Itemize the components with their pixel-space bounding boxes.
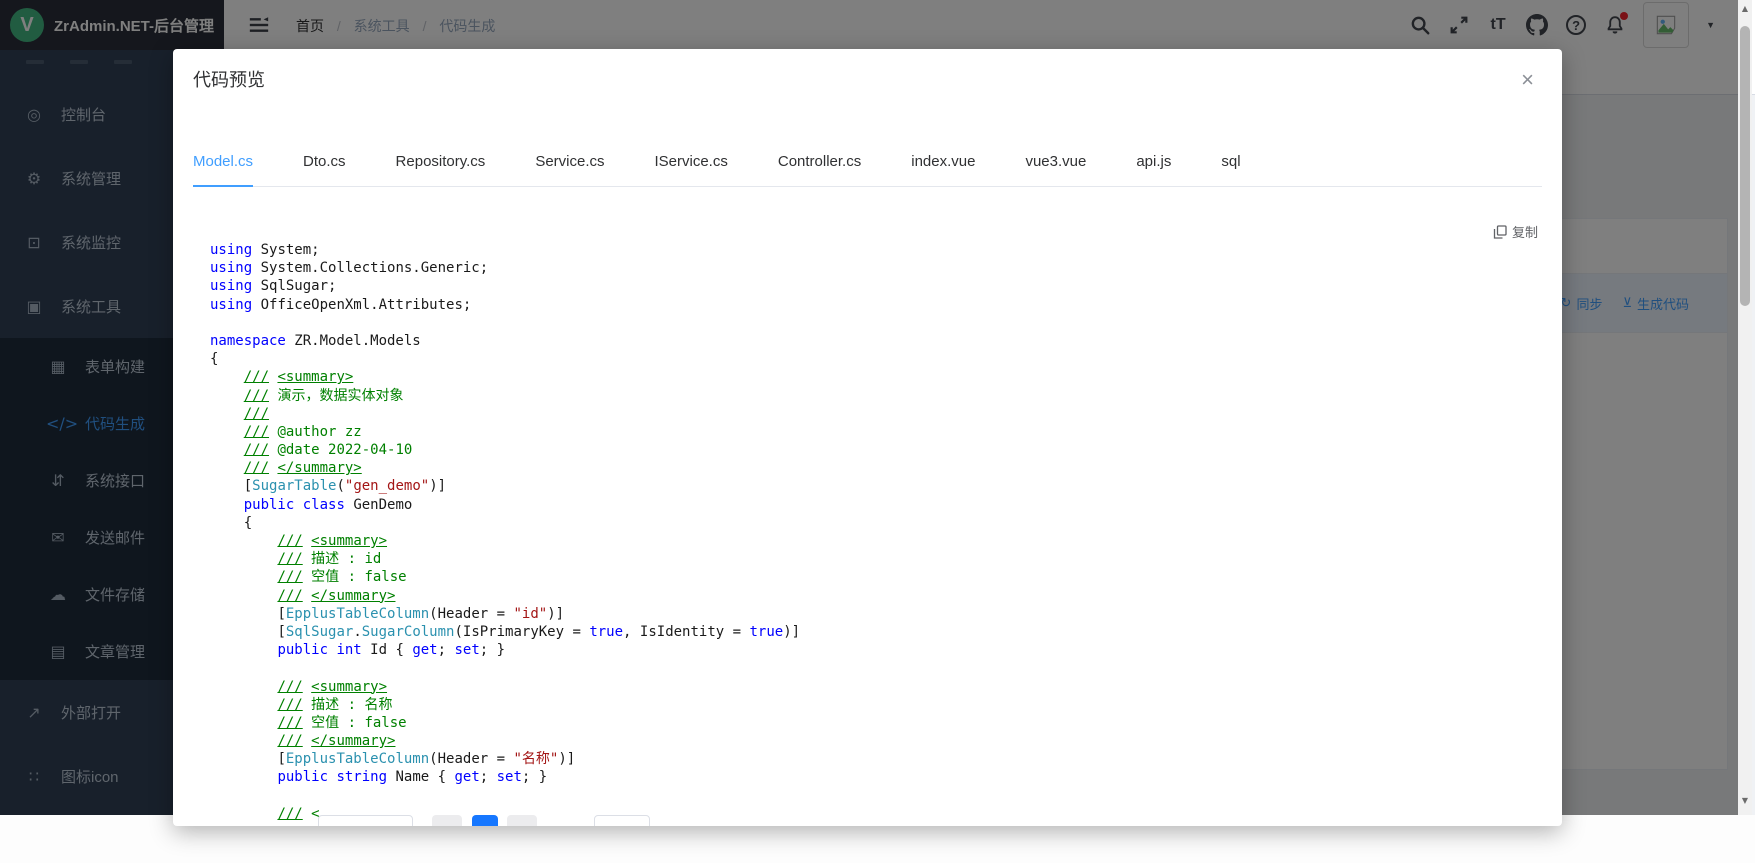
scroll-up-arrow[interactable]: ▲ <box>1738 4 1752 13</box>
code-line: /// </summary> <box>210 459 1562 477</box>
dialog-title: 代码预览 <box>193 66 265 92</box>
scroll-down-arrow[interactable]: ▼ <box>1738 796 1752 805</box>
close-icon[interactable]: × <box>1521 69 1534 91</box>
tab-index.vue[interactable]: index.vue <box>911 153 975 186</box>
code-line: /// <summary> <box>210 532 1562 550</box>
code-line: [EpplusTableColumn(Header = "id")] <box>210 605 1562 623</box>
code-line: public string Name { get; set; } <box>210 768 1562 786</box>
tab-vue3.vue[interactable]: vue3.vue <box>1025 153 1086 186</box>
code-line: /// @date 2022-04-10 <box>210 441 1562 459</box>
code-line: /// @author zz <box>210 423 1562 441</box>
scrollbar-thumb[interactable] <box>1740 26 1750 306</box>
code-line: using System.Collections.Generic; <box>210 259 1562 277</box>
code-line: [SugarTable("gen_demo")] <box>210 477 1562 495</box>
tab-Service.cs[interactable]: Service.cs <box>535 153 604 186</box>
tab-Repository.cs[interactable]: Repository.cs <box>396 153 486 186</box>
code-line: /// </summary> <box>210 587 1562 605</box>
tab-IService.cs[interactable]: IService.cs <box>655 153 728 186</box>
code-line: /// 空值 : false <box>210 568 1562 586</box>
code-line: [SqlSugar.SugarColumn(IsPrimaryKey = tru… <box>210 623 1562 641</box>
code-line: /// 空值 : false <box>210 714 1562 732</box>
code-preview-dialog: 代码预览 × Model.cs Dto.cs Repository.cs Servic… <box>173 49 1562 826</box>
code-line: public int Id { get; set; } <box>210 641 1562 659</box>
tab-Model.cs[interactable]: Model.cs <box>193 153 253 187</box>
code-line: /// <summary> <box>210 678 1562 696</box>
code-line: namespace ZR.Model.Models <box>210 332 1562 350</box>
browser-scrollbar[interactable]: ▲ ▼ <box>1738 0 1752 815</box>
tab-Dto.cs[interactable]: Dto.cs <box>303 153 346 186</box>
screen: V ZrAdmin.NET-后台管理 首页 / 系统工具 / 代码生成 <box>0 0 1755 863</box>
code-line: { <box>210 350 1562 368</box>
prev-page-button[interactable] <box>432 815 462 826</box>
active-page-button[interactable] <box>472 815 498 826</box>
next-page-button[interactable] <box>507 815 537 826</box>
code-line: /// <summary> <box>210 368 1562 386</box>
code-line: /// 演示，数据实体对象 <box>210 387 1562 405</box>
code-line <box>210 659 1562 677</box>
code-line: using System; <box>210 241 1562 259</box>
code-line: using SqlSugar; <box>210 277 1562 295</box>
copy-icon <box>1493 225 1507 239</box>
tab-sql[interactable]: sql <box>1221 153 1240 186</box>
code-line: public class GenDemo <box>210 496 1562 514</box>
code-line <box>210 787 1562 805</box>
code-line: /// </summary> <box>210 732 1562 750</box>
tab-Controller.cs[interactable]: Controller.cs <box>778 153 861 186</box>
page-size-select[interactable] <box>318 815 413 826</box>
code-line: { <box>210 514 1562 532</box>
pagination-partial <box>173 815 1562 826</box>
code-line <box>210 314 1562 332</box>
code-line: /// 描述 : id <box>210 550 1562 568</box>
code-block: using System;using System.Collections.Ge… <box>210 241 1562 826</box>
modal-tabs: Model.cs Dto.cs Repository.cs Service.cs ISe… <box>193 153 1542 187</box>
tab-api.js[interactable]: api.js <box>1136 153 1171 186</box>
code-line: [EpplusTableColumn(Header = "名称")] <box>210 750 1562 768</box>
code-line: using OfficeOpenXml.Attributes; <box>210 296 1562 314</box>
copy-button[interactable]: 复制 <box>1493 222 1538 241</box>
page-jump-input[interactable] <box>594 815 650 826</box>
code-line: /// 描述 : 名称 <box>210 696 1562 714</box>
code-line: /// <box>210 405 1562 423</box>
